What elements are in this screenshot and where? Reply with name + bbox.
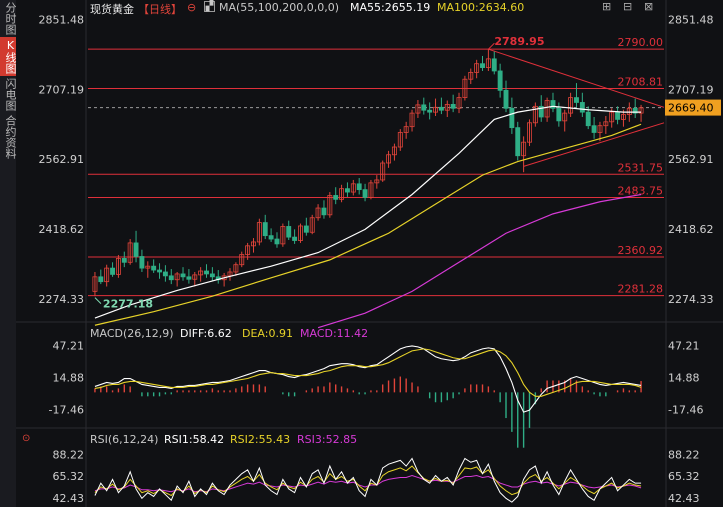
rsi-line-rsi1	[94, 457, 642, 503]
macd-y-tick-right: 47.21	[668, 340, 700, 353]
rsi-y-tick-left: 88.22	[53, 448, 85, 461]
candle-body	[497, 70, 503, 91]
candle-body	[262, 222, 268, 237]
y-tick-label-left: 2851.48	[39, 13, 85, 26]
current-price-label: 2669.40	[668, 102, 714, 115]
candle-body	[556, 107, 562, 122]
candle-body	[180, 273, 186, 278]
y-tick-label-left: 2707.19	[39, 83, 85, 96]
macd-y-tick-right: -17.46	[668, 404, 703, 417]
rsi-line-rsi2	[94, 465, 642, 497]
candle-body	[139, 256, 145, 269]
rsi-y-tick-right: 65.32	[668, 470, 700, 483]
macd-y-tick-left: 47.21	[53, 340, 85, 353]
candle-body	[356, 183, 362, 191]
candle-body	[168, 275, 174, 281]
y-tick-label-right: 2418.62	[668, 223, 714, 236]
candle-body	[303, 225, 309, 233]
candle-body	[286, 226, 292, 238]
candle-body	[133, 242, 139, 257]
candle-body	[480, 63, 485, 68]
candle-body	[438, 106, 444, 111]
candle-body	[121, 258, 127, 263]
candle-body	[491, 58, 497, 72]
candle-body	[292, 236, 298, 241]
low-annotation: 2277.18	[103, 298, 153, 311]
candle-body	[268, 235, 274, 240]
candle-body	[186, 276, 192, 280]
y-tick-label-left: 2418.62	[39, 223, 85, 236]
candle-body	[509, 107, 515, 129]
candle-body	[344, 188, 350, 193]
ma-line-ma200	[317, 193, 642, 329]
candle-body	[157, 269, 162, 273]
rsi-y-tick-left: 65.32	[53, 470, 85, 483]
price-level-label: 2531.75	[618, 161, 664, 174]
macd-y-tick-left: -17.46	[49, 404, 84, 417]
high-annotation: 2789.95	[494, 35, 544, 48]
rsi-y-tick-right: 88.22	[668, 448, 700, 461]
y-tick-label-left: 2562.91	[39, 153, 85, 166]
y-tick-label-right: 2562.91	[668, 153, 714, 166]
candle-body	[503, 89, 509, 109]
y-tick-label-left: 2274.33	[39, 293, 85, 306]
candle-body	[151, 265, 157, 271]
candle-body	[98, 276, 104, 283]
candle-body	[274, 238, 280, 245]
candle-body	[427, 109, 433, 113]
macd-y-tick-right: 14.88	[668, 372, 700, 385]
candle-body	[110, 267, 116, 275]
rsi-y-tick-right: 42.43	[668, 492, 700, 505]
candle-body	[579, 102, 585, 113]
low-marker	[94, 297, 102, 305]
candle-body	[585, 111, 591, 127]
candle-body	[421, 104, 427, 111]
price-level-label: 2708.81	[618, 75, 664, 88]
rsi-y-tick-left: 42.43	[53, 492, 85, 505]
price-level-label: 2360.92	[618, 244, 664, 257]
y-tick-label-right: 2274.33	[668, 293, 714, 306]
candle-body	[209, 273, 215, 278]
candle-body	[333, 195, 339, 200]
candle-body	[515, 127, 521, 157]
candle-body	[615, 111, 621, 120]
candle-body	[162, 271, 168, 277]
candle-body	[450, 103, 456, 109]
chart-canvas[interactable]: 2851.48 2851.48 2707.19 2707.19 2562.91 2562.…	[0, 0, 723, 507]
candle-body	[591, 125, 597, 133]
y-tick-label-right: 2707.19	[668, 83, 714, 96]
y-tick-label-right: 2851.48	[668, 13, 714, 26]
candle-body	[362, 189, 368, 198]
candle-body	[204, 270, 209, 275]
price-level-label: 2483.75	[618, 185, 664, 198]
candle-body	[574, 97, 579, 103]
candle-body	[321, 207, 327, 216]
macd-y-tick-left: 14.88	[53, 372, 85, 385]
macd-line-diff	[94, 345, 642, 413]
price-level-label: 2790.00	[618, 36, 664, 49]
price-level-label: 2281.28	[618, 283, 664, 296]
